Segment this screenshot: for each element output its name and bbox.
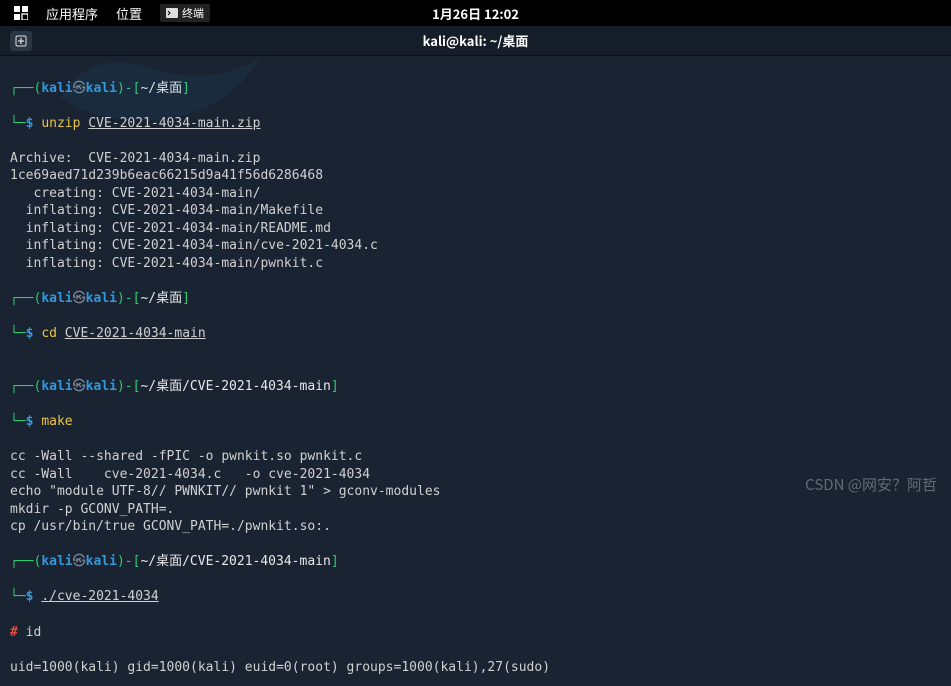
root-command-line: # id <box>10 624 941 642</box>
menu-applications[interactable]: 应用程序 <box>46 4 98 23</box>
output-line: inflating: CVE-2021-4034-main/Makefile <box>10 203 323 218</box>
command-line: └─$ ./cve-2021-4034 <box>10 588 941 606</box>
window-title: kali@kali: ~/桌面 <box>423 31 529 50</box>
command-line: └─$ unzip CVE-2021-4034-main.zip <box>10 115 941 133</box>
command-line: └─$ cd CVE-2021-4034-main <box>10 325 941 343</box>
watermark: CSDN @网安？阿哲 <box>805 474 937 495</box>
terminal-output[interactable]: ┌──(kali㉿kali)-[~/桌面] └─$ unzip CVE-2021… <box>0 56 951 686</box>
output-line: cc -Wall cve-2021-4034.c -o cve-2021-403… <box>10 467 370 482</box>
output-line: mkdir -p GCONV_PATH=. <box>10 502 174 517</box>
output-line: cc -Wall --shared -fPIC -o pwnkit.so pwn… <box>10 449 362 464</box>
output-line: inflating: CVE-2021-4034-main/cve-2021-4… <box>10 238 378 253</box>
menu-places[interactable]: 位置 <box>116 4 142 23</box>
prompt-line: ┌──(kali㉿kali)-[~/桌面] <box>10 290 941 308</box>
prompt-line: ┌──(kali㉿kali)-[~/桌面] <box>10 80 941 98</box>
window-titlebar: kali@kali: ~/桌面 <box>0 26 951 56</box>
output-line: uid=1000(kali) gid=1000(kali) euid=0(roo… <box>10 660 550 675</box>
prompt-line: ┌──(kali㉿kali)-[~/桌面/CVE-2021-4034-main] <box>10 553 941 571</box>
output-line: 1ce69aed71d239b6eac66215d9a41f56d6286468 <box>10 168 323 183</box>
taskbar-terminal[interactable]: 终端 <box>160 4 210 22</box>
taskbar-terminal-label: 终端 <box>182 5 204 21</box>
top-panel: 应用程序 位置 终端 1月26日 12:02 <box>0 0 951 26</box>
new-tab-button[interactable] <box>10 31 32 51</box>
prompt-line: ┌──(kali㉿kali)-[~/桌面/CVE-2021-4034-main] <box>10 378 941 396</box>
output-line: creating: CVE-2021-4034-main/ <box>10 186 260 201</box>
output-line: inflating: CVE-2021-4034-main/pwnkit.c <box>10 256 323 271</box>
panel-clock[interactable]: 1月26日 12:02 <box>432 4 519 23</box>
output-line: cp /usr/bin/true GCONV_PATH=./pwnkit.so:… <box>10 519 331 534</box>
command-line: └─$ make <box>10 413 941 431</box>
activities-icon[interactable] <box>14 6 28 20</box>
output-line: echo "module UTF-8// PWNKIT// pwnkit 1" … <box>10 484 440 499</box>
output-line: inflating: CVE-2021-4034-main/README.md <box>10 221 331 236</box>
output-line: Archive: CVE-2021-4034-main.zip <box>10 151 260 166</box>
